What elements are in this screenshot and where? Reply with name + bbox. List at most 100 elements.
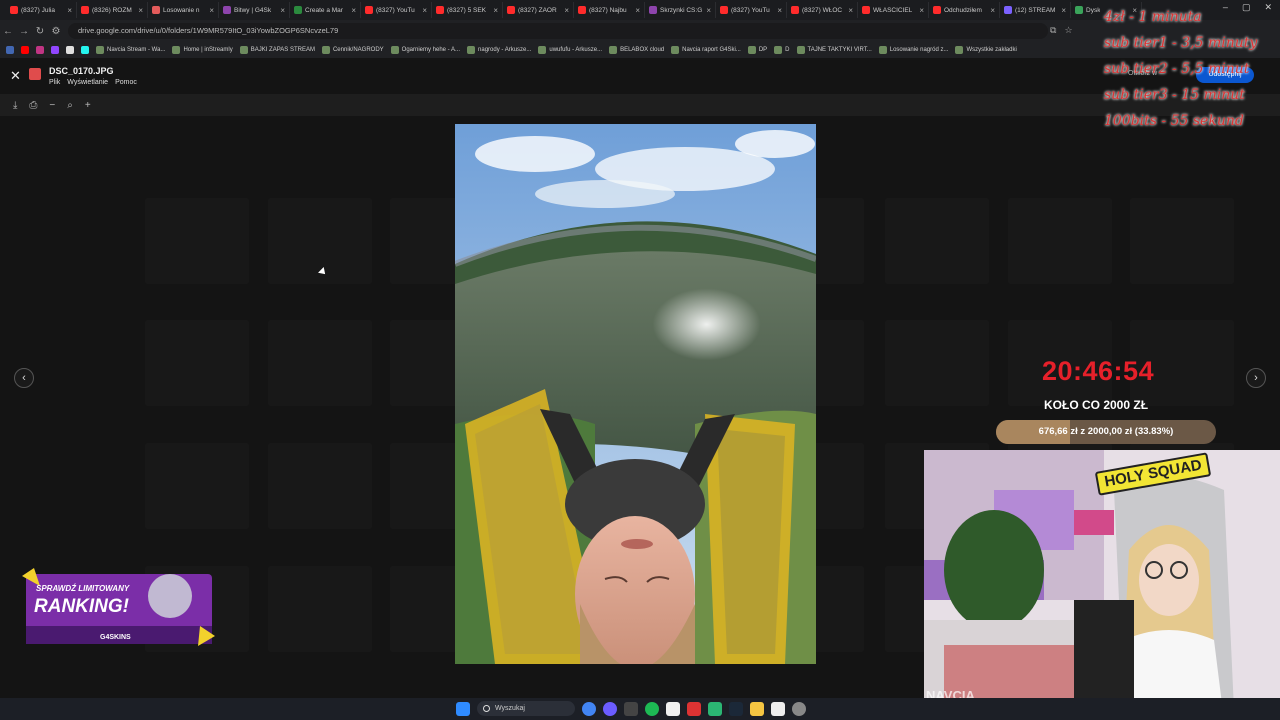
tab-favicon-icon [578,6,586,14]
tab-close-icon[interactable]: × [1061,6,1066,15]
menu-file[interactable]: Plik [49,79,60,86]
print-icon[interactable]: ⎙ [29,100,37,111]
forward-icon[interactable]: → [16,26,32,37]
tab-close-icon[interactable]: × [209,6,214,15]
bookmark-item[interactable]: Navcia Stream - Wa... [96,46,165,54]
zoom-in-icon[interactable]: + [85,100,91,111]
close-viewer-icon[interactable]: ✕ [10,68,21,84]
url-input[interactable]: drive.google.com/drive/u/0/folders/1W9MR… [68,23,1048,39]
taskbar-search[interactable]: Wyszukaj [477,701,575,716]
start-windows-icon[interactable] [456,701,470,716]
site-info-icon[interactable]: ⚙ [48,26,64,37]
spotify-icon[interactable] [645,701,659,716]
browser-tab[interactable]: (8327) WŁOC × [787,2,858,18]
tab-close-icon[interactable]: × [990,6,995,15]
tab-close-icon[interactable]: × [493,6,498,15]
bookmark-item[interactable]: Wszystkie zakładki [955,46,1017,54]
bookmark-item[interactable]: Ogarniemy hehe - A... [390,46,460,54]
bookmark-item[interactable]: Navcia raport G4Ski... [671,46,741,54]
previous-file-button[interactable]: ‹ [14,368,34,388]
steam-icon[interactable] [729,701,743,716]
tab-close-icon[interactable]: × [635,6,640,15]
obs-icon[interactable] [603,701,617,716]
bookmark-item[interactable]: BAJKI ZAPAS STREAM [239,46,315,54]
browser-tab[interactable]: (8327) ZAOR × [503,2,574,18]
promo-line-2: RANKING! [34,596,129,617]
bookmark-label: Home | inStreamly [183,47,233,53]
bookmark-label: TAJNE TAKTYKI VIRT... [807,47,872,53]
tab-favicon-icon [294,6,302,14]
browser-tab[interactable]: (8326) ROZM × [77,2,148,18]
photo-image [455,124,816,664]
notepad-icon[interactable] [771,701,785,716]
rate-line: sub tier3 - 15 minut [1104,87,1245,103]
tab-close-icon[interactable]: × [138,6,143,15]
viewer-toolbar: ⤓ ⎙ − ⌕ + [0,94,1280,116]
tab-close-icon[interactable]: × [564,6,569,15]
browser-tab[interactable]: (8327) 5 SEK × [432,2,503,18]
instagram-icon[interactable] [36,46,44,54]
bookmark-icon [538,46,547,54]
reload-icon[interactable]: ↻ [32,26,48,37]
bookmark-item[interactable]: D [774,46,790,54]
file-explorer-icon[interactable] [750,701,764,716]
x-icon[interactable] [66,46,74,54]
install-icon[interactable]: ⧉ [1050,25,1056,36]
bookmark-item[interactable]: uwufufu - Arkusze... [538,46,602,54]
tab-favicon-icon [933,6,941,14]
tiktok-icon[interactable] [81,46,89,54]
bookmark-star-icon[interactable]: ☆ [1064,25,1072,36]
settings-icon[interactable] [792,701,806,716]
tab-close-icon[interactable]: × [919,6,924,15]
zoom-search-icon[interactable]: ⌕ [67,100,73,111]
tab-close-icon[interactable]: × [848,6,853,15]
tab-close-icon[interactable]: × [777,6,782,15]
facebook-icon[interactable] [6,46,14,54]
back-icon[interactable]: ← [0,26,16,37]
next-file-button[interactable]: › [1246,368,1266,388]
browser-tab[interactable]: Create a Mar × [290,2,361,18]
bookmark-item[interactable]: BELABOX cloud [609,46,664,54]
bookmark-item[interactable]: DP [747,46,767,54]
browser-tab[interactable]: (8327) Julia × [6,2,77,18]
bookmark-item[interactable]: nagrody - Arkusze... [467,46,531,54]
tab-close-icon[interactable]: × [280,6,285,15]
tab-favicon-icon [10,6,18,14]
bookmark-item[interactable]: Losowanie nagród z... [878,46,948,54]
browser-tab[interactable]: Odchudziłem × [929,2,1000,18]
rate-line: sub tier1 - 3,5 minuty [1104,35,1258,51]
bookmark-item[interactable]: Cennik/NAGRODY [321,46,384,54]
tab-label: Odchudziłem [944,6,982,14]
youtube-icon[interactable] [21,46,29,54]
tab-close-icon[interactable]: × [351,6,356,15]
browser-tab[interactable]: Losowanie n × [148,2,219,18]
menu-help[interactable]: Pomoc [115,79,137,86]
download-icon[interactable]: ⤓ [13,100,17,111]
drive-thumbnail [145,320,249,406]
streamlabs-icon[interactable] [708,701,722,716]
bookmark-icon [390,46,399,54]
browser-tab[interactable]: Bitwy | G4Sk × [219,2,290,18]
browser-tab[interactable]: (8327) Najbu × [574,2,645,18]
drive-thumbnail [885,320,989,406]
browser-tab[interactable]: (8327) YouTu × [716,2,787,18]
bookmark-item[interactable]: TAJNE TAKTYKI VIRT... [796,46,872,54]
tab-label: Dysk [1086,6,1101,14]
tab-close-icon[interactable]: × [422,6,427,15]
drive-thumbnail [145,443,249,529]
shield-icon[interactable] [687,701,701,716]
tab-close-icon[interactable]: × [706,6,711,15]
terminal-icon[interactable] [624,701,638,716]
browser-tab[interactable]: (12) STREAM × [1000,2,1071,18]
menu-view[interactable]: Wyświetlanie [67,79,108,86]
browser-tab[interactable]: (8327) YouTu × [361,2,432,18]
chrome-icon[interactable] [582,701,596,716]
twitch-icon[interactable] [51,46,59,54]
bookmark-item[interactable]: Home | inStreamly [172,46,233,54]
browser-tab[interactable]: Skrzynki CS:G × [645,2,716,18]
tab-close-icon[interactable]: × [67,6,72,15]
drive-thumbnail [145,198,249,284]
app-icon[interactable] [666,701,680,716]
zoom-out-icon[interactable]: − [49,100,55,111]
browser-tab[interactable]: WŁAŚCICIEL × [858,2,929,18]
